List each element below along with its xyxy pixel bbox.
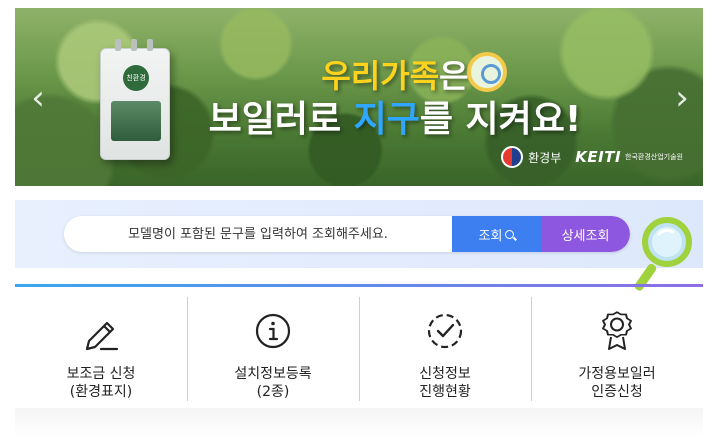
info-icon	[255, 313, 291, 349]
search-panel: 조회 상세조회	[15, 200, 703, 268]
headline-post-2: 를 지켜요!	[419, 99, 582, 140]
ministry-name: 환경부	[528, 150, 562, 165]
headline-pre-2: 보일러로	[208, 99, 354, 140]
partner-logos: 환경부 KEITI 한국환경산업기술원	[501, 146, 683, 168]
award-icon	[602, 311, 632, 350]
quick-menu: 보조금 신청 (환경표지) 설치정보등록 (2종) 신청정보 진행현황 가정용보…	[15, 287, 703, 403]
menu-item-certification[interactable]: 가정용보일러 인증신청	[531, 287, 703, 403]
boiler-screen	[111, 101, 161, 141]
headline-rest-1: 은	[439, 57, 469, 95]
search-button[interactable]: 조회	[452, 216, 541, 252]
boiler-illustration: 친환경	[100, 39, 170, 160]
headline-accent-2: 지구	[353, 99, 420, 140]
menu-item-status[interactable]: 신청정보 진행현황	[359, 287, 531, 403]
search-button-label: 조회	[478, 228, 503, 244]
search-icon	[505, 229, 515, 239]
headline-line-1: 우리가족은	[185, 56, 605, 96]
bottom-shadow	[15, 408, 703, 438]
ministry-emblem-icon	[501, 146, 524, 168]
keiti-mark: KEITI	[575, 148, 622, 166]
magnifier-badge-icon	[467, 52, 507, 92]
check-circle-icon	[427, 313, 463, 349]
headline-accent-1: 우리가족	[321, 57, 440, 95]
chevron-right-icon[interactable]: ›	[671, 80, 693, 116]
hero-banner: ‹ › 친환경 우리가족은 보일러로 지구를 지켜요! 환경부 KEITI 한국…	[15, 8, 703, 186]
menu-label-status: 신청정보 진행현황	[419, 366, 471, 400]
ministry-logo: 환경부	[501, 146, 561, 168]
menu-item-subsidy[interactable]: 보조금 신청 (환경표지)	[15, 287, 187, 403]
banner-headline: 우리가족은 보일러로 지구를 지켜요!	[185, 56, 605, 142]
search-bar: 조회 상세조회	[64, 216, 630, 252]
pencil-icon	[85, 321, 119, 351]
model-search-input[interactable]	[64, 216, 452, 252]
keiti-logo: KEITI 한국환경산업기술원	[575, 148, 683, 166]
menu-label-certification: 가정용보일러 인증신청	[578, 366, 656, 400]
menu-label-subsidy: 보조금 신청 (환경표지)	[66, 366, 136, 400]
detail-search-button[interactable]: 상세조회	[541, 216, 630, 252]
eco-label-badge: 친환경	[123, 65, 149, 91]
keiti-name: 한국환경산업기술원	[625, 153, 683, 161]
menu-label-install-info: 설치정보등록 (2종)	[234, 366, 312, 400]
chevron-left-icon[interactable]: ‹	[27, 80, 49, 116]
menu-item-install-info[interactable]: 설치정보등록 (2종)	[187, 287, 359, 403]
headline-line-2: 보일러로 지구를 지켜요!	[185, 98, 605, 142]
